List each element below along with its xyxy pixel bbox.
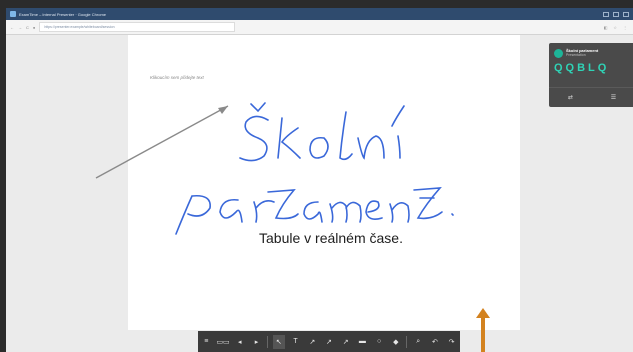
text-tool[interactable]: T [290, 335, 302, 349]
share-icon[interactable]: ⇄ [549, 88, 592, 106]
zoom-button[interactable]: ⌕ [412, 335, 424, 349]
list-icon[interactable]: ☰ [592, 88, 633, 106]
session-subtitle: Presentation [566, 53, 586, 57]
eraser-tool[interactable]: ▬ [356, 335, 368, 349]
session-panel: Školní parlament Presentation QQBLQ ⇄ ☰ [549, 43, 633, 107]
shape-tool[interactable]: ○ [373, 335, 385, 349]
pointer-arrow-icon [476, 308, 490, 352]
prev-slide-button[interactable]: ◂ [234, 335, 246, 349]
drawn-arrow-line [95, 105, 229, 179]
drawing-toolbar: ≡ ▭▭ ◂ ▸ ↖ T ↗ ↗ ↗ ▬ ○ ◆ ⌕ ↶ ↷ [198, 331, 460, 352]
toolbar-divider [267, 335, 269, 348]
undo-button[interactable]: ↶ [429, 335, 441, 349]
highlighter-tool[interactable]: ↗ [340, 335, 352, 349]
handwriting-skolni [239, 102, 405, 162]
menu-button[interactable]: ≡ [200, 335, 212, 349]
drawn-arrow-head [218, 106, 228, 114]
next-slide-button[interactable]: ▸ [250, 335, 262, 349]
redo-button[interactable]: ↷ [446, 335, 458, 349]
session-logo-icon [554, 49, 563, 58]
handwriting-parlament [175, 187, 454, 235]
toolbar-divider [406, 335, 408, 348]
pen-tool[interactable]: ↗ [306, 335, 318, 349]
screen: ExamTime – Internal Presenter · Google C… [6, 8, 633, 352]
pointer-tool[interactable]: ↖ [272, 334, 285, 349]
fill-tool[interactable]: ◆ [390, 335, 402, 349]
marker-tool[interactable]: ↗ [323, 335, 335, 349]
slides-button[interactable]: ▭▭ [216, 335, 229, 349]
ink-layer [95, 102, 454, 235]
session-code: QQBLQ [554, 62, 610, 74]
